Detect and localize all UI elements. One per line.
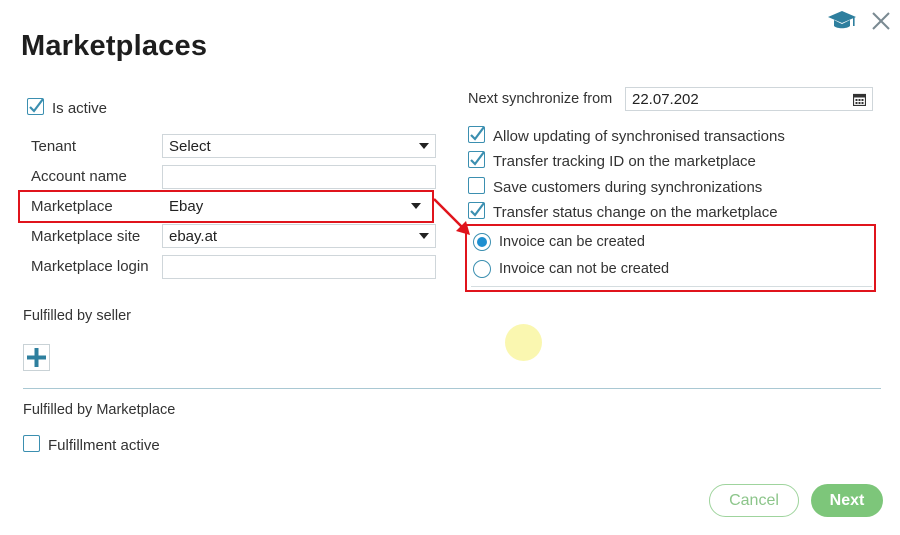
next-sync-date-input[interactable]: 22.07.202	[625, 87, 873, 111]
cursor-highlight	[505, 324, 542, 361]
tenant-select[interactable]: Select	[162, 134, 436, 158]
account-name-input[interactable]	[162, 165, 436, 189]
next-button[interactable]: Next	[811, 484, 883, 517]
chevron-down-icon	[419, 143, 429, 149]
is-active-checkbox[interactable]	[27, 98, 44, 115]
invoice-group-underline	[471, 286, 872, 287]
allow-updating-label: Allow updating of synchronised transacti…	[493, 128, 785, 145]
fulfillment-active-label: Fulfillment active	[48, 437, 160, 454]
marketplace-select[interactable]: Ebay	[162, 194, 428, 218]
checkmark-icon	[470, 151, 485, 166]
fulfilled-by-seller-heading: Fulfilled by seller	[23, 308, 131, 324]
marketplace-login-input[interactable]	[162, 255, 436, 279]
chevron-down-icon	[411, 203, 421, 209]
chevron-down-icon	[419, 233, 429, 239]
checkmark-icon	[29, 98, 44, 113]
invoice-not-created-radio[interactable]	[473, 260, 491, 278]
marketplace-label: Marketplace	[31, 198, 113, 215]
plus-icon	[27, 348, 46, 367]
next-sync-date-value: 22.07.202	[632, 90, 699, 108]
calendar-icon[interactable]	[853, 93, 866, 106]
cancel-button[interactable]: Cancel	[709, 484, 799, 517]
close-icon[interactable]	[866, 8, 896, 34]
page-title: Marketplaces	[21, 30, 208, 62]
marketplace-select-value: Ebay	[169, 197, 204, 215]
fulfillment-active-checkbox[interactable]	[23, 435, 40, 452]
tenant-label: Tenant	[31, 138, 77, 155]
save-customers-checkbox[interactable]	[468, 177, 485, 194]
add-seller-button[interactable]	[23, 344, 50, 371]
invoice-not-created-label: Invoice can not be created	[499, 261, 670, 277]
save-customers-label: Save customers during synchronizations	[493, 179, 763, 196]
transfer-tracking-checkbox[interactable]	[468, 151, 485, 168]
invoice-created-radio[interactable]	[473, 233, 491, 251]
is-active-label: Is active	[52, 100, 108, 117]
fulfilled-by-marketplace-heading: Fulfilled by Marketplace	[23, 402, 176, 418]
marketplace-site-label: Marketplace site	[31, 228, 141, 245]
checkmark-icon	[470, 126, 485, 141]
checkmark-icon	[470, 202, 485, 217]
marketplace-site-value: ebay.at	[169, 227, 218, 245]
radio-selected-dot	[477, 237, 487, 247]
transfer-tracking-label: Transfer tracking ID on the marketplace	[493, 153, 756, 170]
next-sync-label: Next synchronize from	[468, 91, 613, 107]
marketplace-login-label: Marketplace login	[31, 258, 149, 275]
tenant-select-value: Select	[169, 137, 211, 155]
transfer-status-label: Transfer status change on the marketplac…	[493, 204, 778, 221]
section-divider	[23, 388, 881, 389]
marketplace-site-select[interactable]: ebay.at	[162, 224, 436, 248]
transfer-status-checkbox[interactable]	[468, 202, 485, 219]
allow-updating-checkbox[interactable]	[468, 126, 485, 143]
graduation-cap-icon[interactable]	[827, 8, 857, 34]
invoice-created-label: Invoice can be created	[499, 234, 645, 250]
account-name-label: Account name	[31, 168, 127, 185]
